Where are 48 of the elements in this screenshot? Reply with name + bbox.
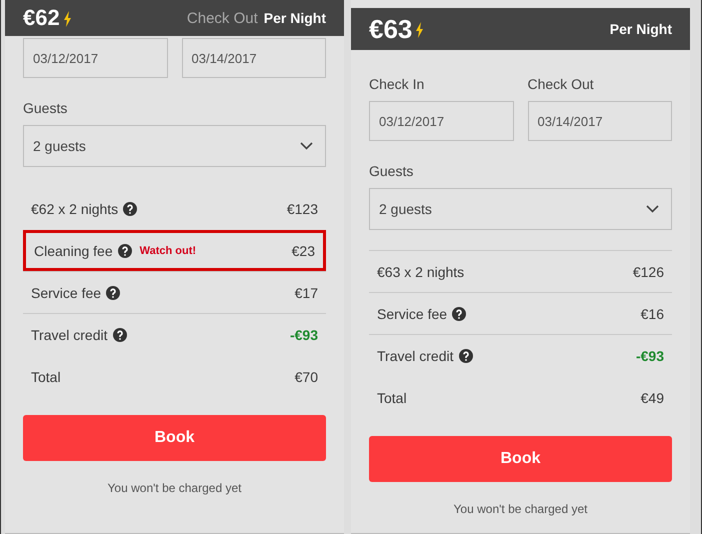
chevron-down-icon xyxy=(300,142,313,150)
date-field[interactable]: 03/12/2017 xyxy=(23,38,168,78)
line-label: Service fee xyxy=(377,306,448,322)
line-amount: €123 xyxy=(286,200,318,216)
field-label: Check Out xyxy=(528,76,595,92)
line-amount: -€93 xyxy=(290,326,318,342)
help-icon[interactable] xyxy=(123,202,138,216)
date-field[interactable]: 03/12/2017 xyxy=(369,101,514,141)
line-label: Total xyxy=(377,390,407,406)
help-icon[interactable] xyxy=(458,348,473,362)
field-label: Check In xyxy=(369,76,426,92)
book-button[interactable]: Book xyxy=(369,436,672,482)
line-amount: €70 xyxy=(294,368,318,384)
help-icon[interactable] xyxy=(106,286,120,300)
field-label: Guests xyxy=(369,163,414,179)
guests-select[interactable]: 2 guests xyxy=(23,125,326,167)
help-icon[interactable] xyxy=(112,328,127,342)
lightning-icon xyxy=(415,22,424,38)
guests-select[interactable]: 2 guests xyxy=(369,188,672,230)
date-field[interactable]: 03/14/2017 xyxy=(528,101,672,141)
line-amount: €17 xyxy=(294,284,318,300)
date-field[interactable]: 03/14/2017 xyxy=(182,38,326,78)
line-label: Total xyxy=(31,368,61,384)
line-label: Travel credit xyxy=(377,348,454,364)
line-label: Service fee xyxy=(31,284,102,300)
nightly-price: €63 xyxy=(369,16,412,42)
charge-note: You won't be charged yet xyxy=(452,502,588,516)
line-amount: €23 xyxy=(292,242,315,258)
per-night-label: Per Night xyxy=(264,10,326,26)
field-label: Check Out xyxy=(186,10,258,26)
field-label: Guests xyxy=(23,100,68,116)
line-label: Travel credit xyxy=(31,326,108,342)
nightly-price: €62 xyxy=(23,7,60,29)
line-amount: €16 xyxy=(640,306,664,322)
line-label: €63 x 2 nights xyxy=(377,264,464,280)
line-label: Cleaning fee xyxy=(34,242,113,258)
line-amount: -€93 xyxy=(636,348,664,364)
chevron-down-icon xyxy=(646,205,659,213)
line-amount: €49 xyxy=(640,390,664,406)
help-icon[interactable] xyxy=(452,306,466,320)
charge-note: You won't be charged yet xyxy=(106,481,242,495)
warning-text: Watch out! xyxy=(140,244,196,256)
line-amount: €126 xyxy=(632,264,664,280)
lightning-icon xyxy=(62,11,72,27)
per-night-label: Per Night xyxy=(610,21,672,37)
book-button[interactable]: Book xyxy=(23,415,326,461)
line-label: €62 x 2 nights xyxy=(31,200,118,216)
help-icon[interactable] xyxy=(118,244,132,258)
